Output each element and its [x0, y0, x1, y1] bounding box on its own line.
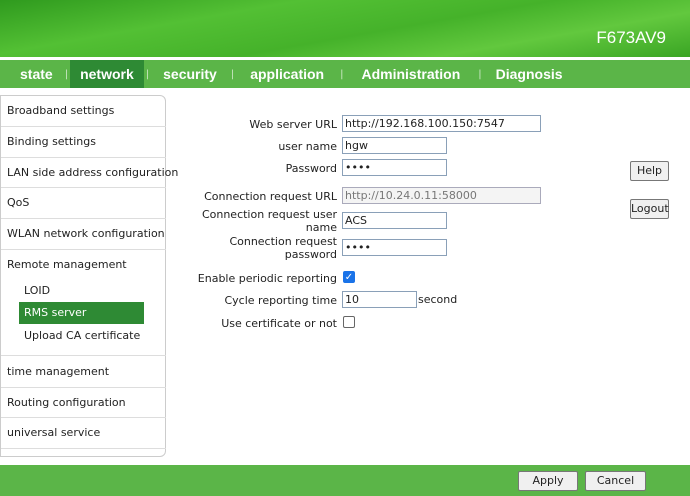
separator: |	[478, 68, 482, 80]
separator: |	[145, 68, 150, 80]
tab-application[interactable]: application	[236, 60, 338, 88]
conn-url-input: http://10.24.0.11:58000	[342, 187, 541, 204]
user-name-label: user name	[278, 140, 337, 153]
divider	[1, 218, 166, 219]
sidebar-item-broadband[interactable]: Broadband settings	[7, 104, 114, 117]
cycle-input[interactable]: 10	[342, 291, 417, 308]
label-line: password	[284, 248, 337, 261]
sidebar-item-remote-management[interactable]: Remote management	[7, 258, 127, 271]
sidebar-item-routing[interactable]: Routing configuration	[7, 396, 126, 409]
sidebar-subitem-rms-server[interactable]: RMS server	[19, 302, 144, 324]
help-button[interactable]: Help	[630, 161, 669, 181]
divider	[1, 417, 166, 418]
conn-user-input[interactable]: ACS	[342, 212, 447, 229]
password-input[interactable]: ••••	[342, 159, 447, 176]
conn-pass-label: Connection request password	[229, 235, 337, 261]
main-nav: state | network | security | application | A…	[0, 60, 690, 88]
conn-user-label: Connection request user name	[202, 208, 337, 234]
label-line: name	[305, 221, 337, 234]
logout-button[interactable]: Logout	[630, 199, 669, 219]
tab-diagnosis[interactable]: Diagnosis	[484, 60, 575, 88]
tab-network[interactable]: network	[70, 60, 144, 88]
tab-administration[interactable]: Administration	[345, 60, 476, 88]
tab-security[interactable]: security	[151, 60, 229, 88]
sidebar: Broadband settings Binding settings LAN …	[0, 95, 178, 457]
sidebar-item-binding[interactable]: Binding settings	[7, 135, 96, 148]
cert-checkbox[interactable]	[343, 316, 355, 328]
conn-pass-input[interactable]: ••••	[342, 239, 447, 256]
label-line: Connection request user	[201, 208, 337, 221]
footer-bar: Apply Cancel	[0, 465, 690, 496]
divider	[1, 187, 166, 188]
sidebar-subitem-upload-ca[interactable]: Upload CA certificate	[24, 329, 140, 342]
sidebar-item-time[interactable]: time management	[7, 365, 109, 378]
tab-state[interactable]: state	[10, 60, 63, 88]
conn-url-label: Connection request URL	[204, 190, 337, 203]
sidebar-subitem-label: RMS server	[24, 306, 87, 319]
cancel-button[interactable]: Cancel	[585, 471, 646, 491]
divider	[1, 355, 166, 356]
cert-label: Use certificate or not	[221, 317, 337, 330]
user-name-input[interactable]: hgw	[342, 137, 447, 154]
apply-button[interactable]: Apply	[518, 471, 578, 491]
divider	[1, 249, 166, 250]
web-url-input[interactable]: http://192.168.100.150:7547	[342, 115, 541, 132]
sidebar-item-universal[interactable]: universal service	[7, 426, 100, 439]
web-url-label: Web server URL	[249, 118, 337, 131]
cycle-unit: second	[418, 293, 458, 306]
divider	[1, 126, 166, 127]
divider	[1, 448, 166, 449]
model-name: F673AV9	[596, 28, 666, 47]
sidebar-subitem-loid[interactable]: LOID	[24, 284, 50, 297]
separator: |	[230, 68, 235, 80]
label-line: Connection request	[229, 235, 337, 248]
sidebar-item-wlan[interactable]: WLAN network configuration	[7, 227, 165, 240]
separator: |	[340, 68, 344, 80]
periodic-label: Enable periodic reporting	[197, 272, 337, 285]
separator: |	[64, 68, 69, 80]
sidebar-item-lan[interactable]: LAN side address configuration	[7, 166, 178, 179]
periodic-checkbox[interactable]: ✓	[343, 271, 355, 283]
divider	[1, 157, 166, 158]
password-label: Password	[285, 162, 337, 175]
header-banner: F673AV9	[0, 0, 690, 57]
sidebar-item-qos[interactable]: QoS	[7, 196, 29, 209]
cycle-label: Cycle reporting time	[224, 294, 337, 307]
divider	[1, 387, 166, 388]
